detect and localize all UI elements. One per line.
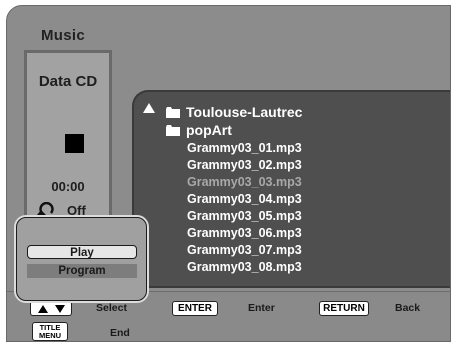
return-key: RETURN — [319, 301, 369, 316]
up-arrow-icon[interactable] — [143, 103, 155, 113]
repeat-status: Off — [37, 202, 86, 218]
popup-menu: Play Program — [16, 217, 147, 301]
title-menu-key: TITLE MENU — [32, 322, 68, 341]
play-menu-item[interactable]: Play — [27, 245, 137, 259]
up-triangle-icon — [38, 305, 48, 313]
repeat-icon — [37, 202, 54, 215]
file-item[interactable]: Grammy03_06.mp3 — [187, 226, 302, 240]
file-item[interactable]: Grammy03_07.mp3 — [187, 243, 302, 257]
current-folder-item[interactable]: popArt — [166, 122, 232, 138]
up-down-arrow-key — [30, 301, 72, 316]
current-folder-label: popArt — [186, 122, 232, 138]
stop-icon — [65, 134, 84, 153]
dvd-player-screen: Music Data CD 00:00 Off Toulouse-Lautrec… — [6, 5, 451, 342]
page-title: Music — [41, 27, 86, 44]
folder-icon — [166, 124, 180, 136]
parent-folder-label: Toulouse-Lautrec — [186, 104, 303, 120]
file-item[interactable]: Grammy03_08.mp3 — [187, 260, 302, 274]
back-hint: Back — [395, 302, 421, 314]
file-item[interactable]: Grammy03_01.mp3 — [187, 141, 302, 155]
playback-time: 00:00 — [51, 179, 85, 194]
file-item[interactable]: Grammy03_04.mp3 — [187, 192, 302, 206]
select-hint: Select — [96, 302, 127, 314]
title-menu-key-line2: MENU — [38, 331, 62, 340]
file-browser: Toulouse-Lautrec popArt Grammy03_01.mp3 … — [132, 90, 450, 288]
folder-icon — [166, 106, 180, 118]
program-menu-item[interactable]: Program — [27, 264, 137, 278]
file-item[interactable]: Grammy03_05.mp3 — [187, 209, 302, 223]
end-hint: End — [110, 327, 130, 339]
file-item[interactable]: Grammy03_03.mp3 — [187, 175, 302, 189]
disc-type-label: Data CD — [38, 73, 98, 90]
enter-key: ENTER — [172, 301, 218, 316]
parent-folder-item[interactable]: Toulouse-Lautrec — [166, 104, 302, 120]
repeat-mode: Off — [67, 202, 86, 218]
down-triangle-icon — [55, 305, 65, 313]
file-item[interactable]: Grammy03_02.mp3 — [187, 158, 302, 172]
enter-hint: Enter — [248, 302, 275, 314]
